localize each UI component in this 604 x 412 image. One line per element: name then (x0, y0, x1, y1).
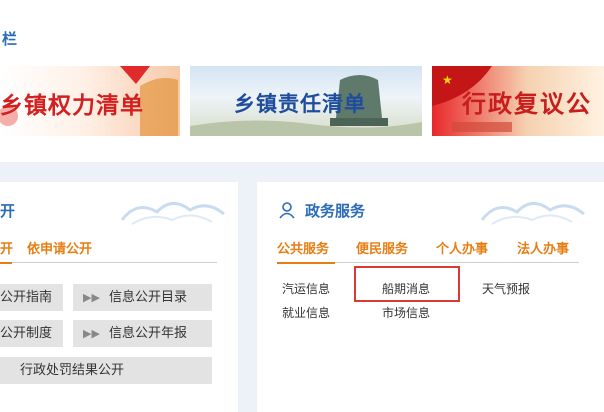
disclosure-rules-label: 公开制度 (0, 326, 53, 341)
active-tab-underline (0, 262, 12, 264)
disclosure-annual-report-label: 信息公开年报 (109, 326, 188, 341)
highlight-box (354, 266, 460, 302)
disclosure-catalog-label: 信息公开目录 (109, 290, 188, 305)
penalty-results-label: 行政处罚结果公开 (20, 363, 125, 378)
svg-text:★: ★ (442, 73, 453, 87)
banner-power-list[interactable]: 乡镇权力清单 (0, 66, 180, 136)
top-card: 栏 乡镇权力清单 乡镇责任清单 ★ 行政复议公 (0, 0, 604, 162)
link-bus-info[interactable]: 汽运信息 (282, 280, 330, 297)
link-weather-forecast[interactable]: 天气预报 (482, 280, 530, 297)
section-title: 栏 (2, 30, 18, 48)
tab-convenience-services[interactable]: 便民服务 (356, 238, 408, 257)
cloud-ornament-icon (120, 202, 225, 225)
disclosure-card-title: 开 (0, 202, 16, 220)
disclosure-guide-button[interactable]: 公开指南 (0, 284, 63, 311)
banner-power-list-text: 乡镇权力清单 (0, 93, 144, 119)
cloud-ornament-icon (480, 202, 585, 225)
disclosure-annual-report-button[interactable]: ▶▶ 信息公开年报 (73, 320, 212, 347)
disclosure-tabs: 开 依申请公开 (0, 238, 217, 264)
disclosure-guide-label: 公开指南 (0, 290, 53, 305)
tab-personal-affairs[interactable]: 个人办事 (436, 238, 488, 257)
penalty-results-button[interactable]: 行政处罚结果公开 (0, 357, 212, 384)
banner-admin-review[interactable]: ★ 行政复议公 (432, 66, 604, 136)
link-employment-info[interactable]: 就业信息 (282, 304, 330, 321)
tab-proactive-disclosure[interactable]: 开 (0, 238, 13, 257)
active-tab-underline (277, 262, 335, 264)
double-arrow-icon: ▶▶ (83, 327, 100, 340)
banner-responsibility-list[interactable]: 乡镇责任清单 (190, 66, 422, 136)
link-market-info[interactable]: 市场信息 (382, 304, 430, 321)
gov-services-tabs: 公共服务 便民服务 个人办事 法人办事 (277, 238, 579, 264)
tab-public-services[interactable]: 公共服务 (277, 238, 329, 257)
double-arrow-icon: ▶▶ (83, 291, 100, 304)
user-icon (279, 202, 295, 219)
banner-admin-review-text: 行政复议公 (462, 90, 592, 118)
gov-services-title: 政务服务 (305, 202, 366, 220)
disclosure-rules-button[interactable]: 公开制度 (0, 320, 63, 347)
tab-request-disclosure[interactable]: 依申请公开 (27, 238, 92, 257)
disclosure-catalog-button[interactable]: ▶▶ 信息公开目录 (73, 284, 212, 311)
banner-responsibility-list-text: 乡镇责任清单 (234, 92, 366, 116)
tab-corporate-affairs[interactable]: 法人办事 (517, 238, 569, 257)
